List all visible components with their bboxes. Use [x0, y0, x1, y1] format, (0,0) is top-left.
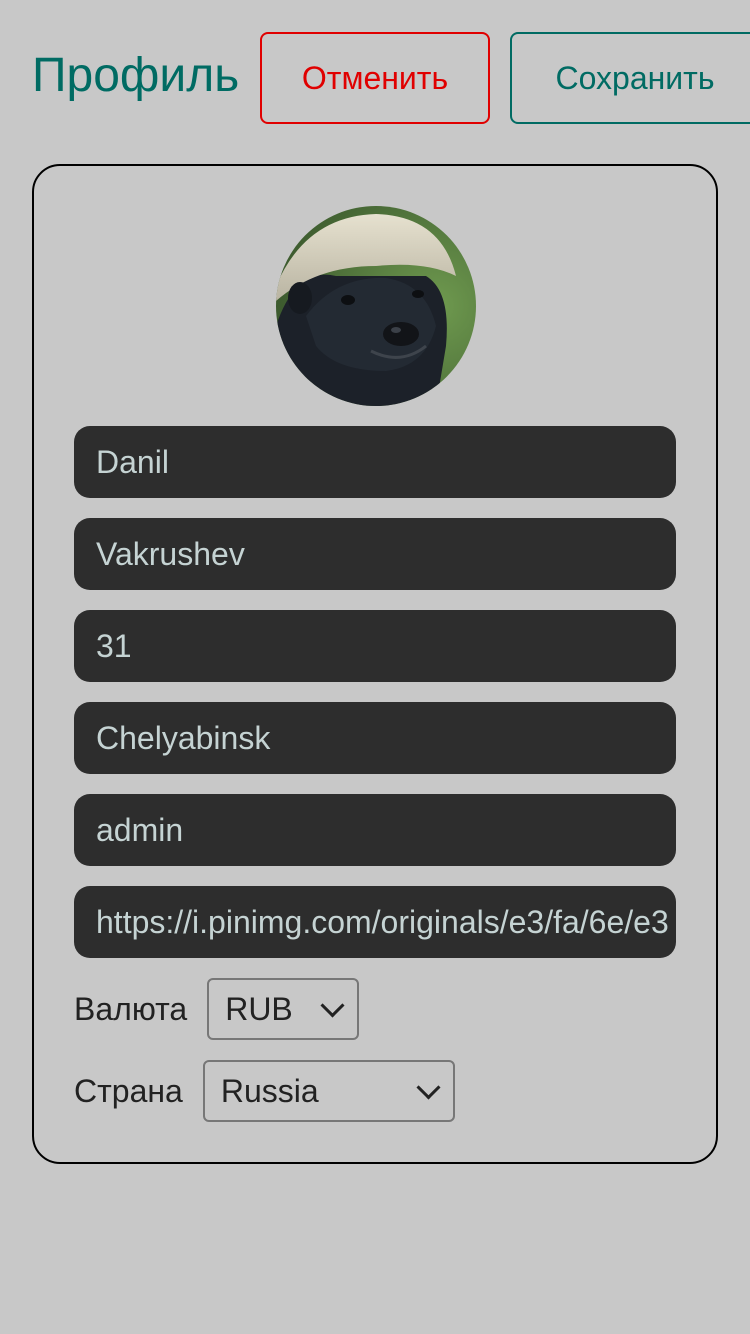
currency-row: Валюта RUB — [74, 978, 360, 1040]
cancel-button[interactable]: Отменить — [260, 32, 490, 124]
currency-label: Валюта — [74, 990, 188, 1027]
city-field[interactable]: Chelyabinsk — [74, 702, 676, 774]
first-name-field[interactable]: Danil — [74, 426, 676, 498]
country-select[interactable]: Russia — [202, 1060, 455, 1122]
page-title: Профиль — [32, 49, 240, 102]
profile-card: Danil Vakrushev 31 Chelyabinsk admin htt… — [32, 164, 718, 1164]
avatar-url-field[interactable]: https://i.pinimg.com/originals/e3/fa/6e/… — [74, 886, 676, 958]
chevron-down-icon — [416, 1074, 441, 1100]
age-field[interactable]: 31 — [74, 610, 676, 682]
last-name-field[interactable]: Vakrushev — [74, 518, 676, 590]
header: Профиль Отменить Сохранить — [0, 0, 750, 160]
honey-badger-photo-icon — [276, 206, 476, 406]
country-selected-value: Russia — [220, 1072, 319, 1109]
currency-select[interactable]: RUB — [207, 978, 360, 1040]
country-row: Страна Russia — [74, 1060, 455, 1122]
currency-selected-value: RUB — [225, 990, 293, 1027]
chevron-down-icon — [320, 992, 345, 1018]
role-field[interactable]: admin — [74, 794, 676, 866]
avatar — [276, 206, 476, 406]
country-label: Страна — [74, 1072, 183, 1109]
save-button[interactable]: Сохранить — [510, 32, 750, 124]
